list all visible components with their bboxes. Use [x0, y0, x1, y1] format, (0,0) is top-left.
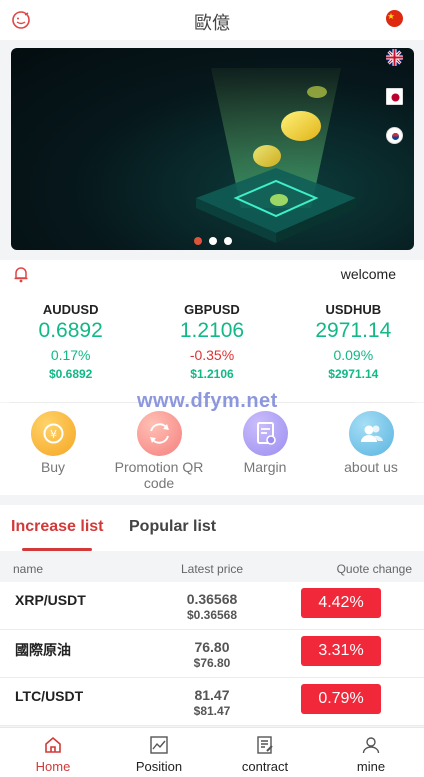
row-symbol: XRP/USDT	[15, 592, 86, 608]
quick-menu: ¥ Buy Promotion QR code Margin about us	[0, 403, 424, 495]
nav-position[interactable]: Position	[106, 728, 212, 777]
quote-usd: $1.2106	[190, 367, 234, 381]
nav-label: contract	[241, 759, 289, 774]
carousel-dot[interactable]	[193, 237, 202, 245]
menu-buy[interactable]: ¥ Buy	[0, 403, 106, 495]
menu-promotion-qr[interactable]: Promotion QR code	[106, 403, 212, 495]
quote-price: 1.2106	[179, 319, 245, 342]
menu-about-us[interactable]: about us	[318, 403, 424, 495]
nav-label: Home	[35, 759, 71, 774]
table-row[interactable]: LTC/USDT 81.47 $81.47 0.79%	[0, 678, 424, 726]
quote-price: 2971.14	[315, 319, 392, 342]
quote-price: 0.6892	[38, 319, 103, 342]
japan-flag-icon[interactable]	[386, 88, 403, 105]
nav-label: mine	[356, 759, 386, 774]
column-header-name: name	[13, 562, 44, 576]
about-users-icon	[348, 411, 394, 456]
quote-change: 0.09%	[333, 347, 374, 363]
contract-icon	[257, 736, 273, 754]
menu-label: Promotion QR code	[114, 459, 204, 491]
carousel-dots	[11, 237, 414, 245]
top-bar: 歐億	[0, 0, 424, 40]
home-icon	[45, 736, 61, 753]
quote-symbol: AUDUSD	[42, 302, 99, 317]
quote-change: 0.17%	[50, 347, 91, 363]
menu-label: Margin	[243, 459, 287, 475]
change-badge: 0.79%	[301, 684, 381, 714]
market-list: XRP/USDT 0.36568 $0.36568 4.42% 國際原油 76.…	[0, 582, 424, 726]
china-flag-icon[interactable]	[386, 10, 403, 27]
quote-symbol: USDHUB	[325, 302, 382, 317]
user-icon	[362, 737, 380, 754]
quote-usd: $0.6892	[48, 367, 93, 381]
market-quotes: AUDUSD 0.6892 0.17% $0.6892 GBPUSD 1.210…	[0, 288, 424, 402]
tab-popular-list[interactable]: Popular list	[129, 518, 216, 536]
table-header: name Latest price Quote change	[0, 556, 424, 582]
row-usd-price: $81.47	[193, 704, 231, 718]
menu-margin[interactable]: Margin	[212, 403, 318, 495]
quote-card[interactable]: USDHUB 2971.14 0.09% $2971.14	[283, 288, 424, 402]
table-row[interactable]: XRP/USDT 0.36568 $0.36568 4.42%	[0, 582, 424, 630]
row-usd-price: $76.80	[193, 656, 231, 670]
bottom-navigation: Home Position contract mine	[0, 727, 424, 777]
page-title: 歐億	[194, 13, 230, 33]
quote-symbol: GBPUSD	[184, 302, 240, 317]
bell-icon	[14, 267, 28, 283]
quote-change: -0.35%	[189, 347, 235, 363]
row-price: 0.36568	[186, 591, 238, 607]
row-price: 81.47	[194, 687, 230, 703]
banner-illustration	[196, 68, 356, 243]
nav-contract[interactable]: contract	[212, 728, 318, 777]
column-header-change: Quote change	[336, 562, 412, 576]
language-switcher[interactable]	[386, 10, 404, 144]
nav-mine[interactable]: mine	[318, 728, 424, 777]
carousel-dot[interactable]	[208, 237, 217, 245]
quote-card[interactable]: AUDUSD 0.6892 0.17% $0.6892	[0, 288, 141, 402]
nav-home[interactable]: Home	[0, 728, 106, 777]
row-symbol: LTC/USDT	[15, 688, 84, 704]
menu-label: about us	[344, 459, 398, 475]
margin-doc-icon	[242, 411, 288, 456]
tab-indicator	[22, 548, 92, 551]
nav-label: Position	[135, 759, 183, 774]
uk-flag-icon[interactable]	[386, 49, 403, 66]
watermark-text: www.dfym.net	[137, 390, 278, 412]
table-row[interactable]: 國際原油 76.80 $76.80 3.31%	[0, 630, 424, 678]
tab-increase-list[interactable]: Increase list	[11, 518, 104, 536]
row-symbol: 國際原油	[15, 642, 71, 658]
korea-flag-icon[interactable]	[386, 127, 403, 144]
list-tabs: Increase list Popular list	[0, 505, 424, 551]
change-badge: 3.31%	[301, 636, 381, 666]
buy-icon: ¥	[30, 411, 76, 456]
carousel-dot[interactable]	[223, 237, 232, 245]
quote-card[interactable]: GBPUSD 1.2106 -0.35% $1.2106	[141, 288, 282, 402]
row-price: 76.80	[194, 639, 230, 655]
chart-icon	[150, 736, 168, 754]
change-badge: 4.42%	[301, 588, 381, 618]
qr-exchange-icon	[136, 411, 182, 456]
row-usd-price: $0.36568	[186, 608, 238, 622]
column-header-price: Latest price	[181, 562, 244, 576]
quote-usd: $2971.14	[328, 367, 379, 381]
menu-label: Buy	[40, 459, 66, 475]
notice-bar[interactable]: welcome	[0, 260, 424, 288]
svg-text:¥: ¥	[50, 428, 57, 441]
promo-banner[interactable]	[11, 48, 414, 250]
notice-text: welcome	[340, 266, 396, 282]
